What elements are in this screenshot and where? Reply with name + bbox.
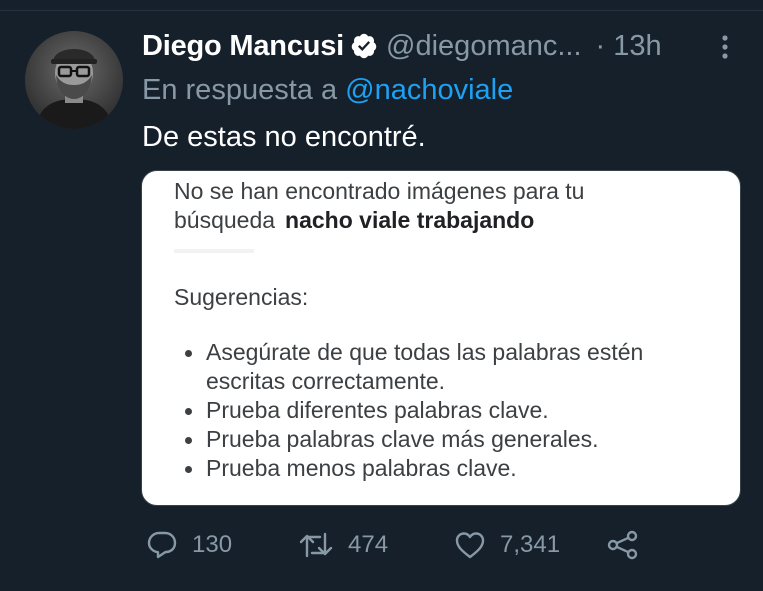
bullet xyxy=(185,437,192,444)
avatar[interactable] xyxy=(25,31,123,129)
retweet-icon xyxy=(298,531,334,559)
author-name[interactable]: Diego Mancusi xyxy=(142,31,344,61)
tweet-text: De estas no encontré. xyxy=(142,121,426,153)
like-button[interactable]: 7,341 xyxy=(454,527,560,563)
media-content: No se han encontrado imágenes para tu bú… xyxy=(174,177,730,483)
more-vertical-icon[interactable] xyxy=(719,33,731,61)
top-divider xyxy=(0,0,763,11)
tweet-actions: 130 474 7,341 xyxy=(144,527,664,563)
suggestions-list: Asegúrate de que todas las palabras esté… xyxy=(174,338,730,483)
bullet xyxy=(185,466,192,473)
no-results-line2: búsqueda nacho viale trabajando xyxy=(174,206,730,235)
no-results-prefix: búsqueda xyxy=(174,207,276,233)
retweet-count: 474 xyxy=(348,531,389,558)
bullet xyxy=(185,408,192,415)
heart-icon xyxy=(454,530,486,560)
search-query: nacho viale trabajando xyxy=(285,207,535,233)
reply-count: 130 xyxy=(192,531,233,558)
tweet-media-image[interactable]: No se han encontrado imágenes para tu bú… xyxy=(141,170,741,506)
tweet-screen: Diego Mancusi @diegomanc... · 13h En res… xyxy=(0,0,763,591)
suggestion-text: Prueba palabras clave más generales. xyxy=(206,426,599,452)
share-button[interactable] xyxy=(606,527,640,563)
share-icon xyxy=(606,530,640,560)
reply-context: En respuesta a @nachoviale xyxy=(142,72,513,108)
like-count: 7,341 xyxy=(500,531,561,558)
tweet-header: Diego Mancusi @diegomanc... · 13h xyxy=(142,26,662,66)
suggestion-text: Asegúrate de que todas las palabras esté… xyxy=(206,339,644,365)
timestamp[interactable]: 13h xyxy=(613,31,661,61)
suggestion-item: Prueba diferentes palabras clave. xyxy=(174,396,730,425)
suggestion-text-cont: escritas correctamente. xyxy=(206,368,446,394)
reply-button[interactable]: 130 xyxy=(146,527,232,563)
suggestions-title: Sugerencias: xyxy=(174,284,309,310)
suggestion-text: Prueba diferentes palabras clave. xyxy=(206,397,549,423)
no-results-line1: No se han encontrado imágenes para tu xyxy=(174,178,585,204)
reply-to-link[interactable]: @nachoviale xyxy=(345,74,513,106)
suggestion-item: Prueba menos palabras clave. xyxy=(174,454,730,483)
suggestion-text: Prueba menos palabras clave. xyxy=(206,455,517,481)
reply-icon xyxy=(146,530,178,560)
suggestion-item: Asegúrate de que todas las palabras esté… xyxy=(174,338,730,396)
suggestion-item: Prueba palabras clave más generales. xyxy=(174,425,730,454)
separator-dot: · xyxy=(595,29,606,62)
reply-prefix: En respuesta a xyxy=(142,74,338,106)
verified-badge-icon xyxy=(350,32,378,60)
retweet-button[interactable]: 474 xyxy=(298,527,388,563)
author-handle[interactable]: @diegomanc... xyxy=(386,31,581,61)
faint-divider xyxy=(174,249,254,253)
bullet xyxy=(185,350,192,357)
